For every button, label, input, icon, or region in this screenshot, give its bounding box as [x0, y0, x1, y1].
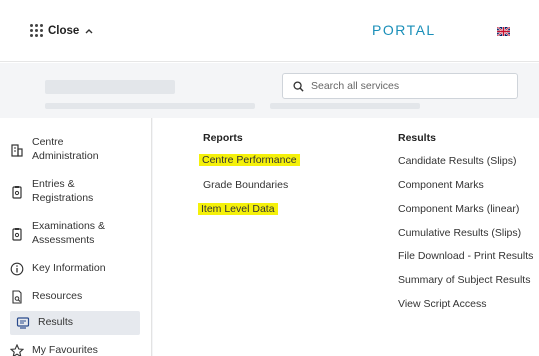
- report-link-centre-performance[interactable]: Centre Performance: [199, 154, 300, 166]
- sidebar-item-key-information[interactable]: Key Information: [10, 262, 140, 276]
- uk-flag-icon[interactable]: [497, 27, 510, 36]
- report-link-grade-boundaries[interactable]: Grade Boundaries: [203, 179, 288, 191]
- chevron-up-icon: [85, 28, 93, 33]
- portal-title: PORTAL: [372, 22, 436, 38]
- results-link[interactable]: View Script Access: [398, 298, 487, 310]
- clipboard-icon: [12, 185, 22, 199]
- clipboard-icon: [12, 227, 22, 241]
- search-icon: [293, 80, 304, 92]
- search-box[interactable]: [282, 73, 518, 99]
- sidebar-item-results[interactable]: Results: [10, 311, 140, 335]
- results-link[interactable]: File Download - Print Results: [398, 250, 533, 262]
- results-link[interactable]: Cumulative Results (Slips): [398, 227, 521, 239]
- sidebar-item-label: Entries &: [32, 178, 75, 190]
- sidebar-item-label: Registrations: [32, 191, 94, 204]
- info-icon: [10, 262, 24, 276]
- sidebar-item-my-favourites[interactable]: My Favourites: [10, 344, 140, 356]
- document-search-icon: [12, 290, 22, 304]
- sidebar-item-label: Assessments: [32, 233, 95, 246]
- star-icon: [10, 344, 24, 356]
- results-heading: Results: [398, 132, 436, 144]
- grid-icon: [30, 24, 43, 37]
- results-link[interactable]: Candidate Results (Slips): [398, 155, 516, 167]
- search-input[interactable]: [311, 80, 501, 92]
- results-link[interactable]: Component Marks: [398, 179, 484, 191]
- sidebar: Centre Administration Entries & Registrati…: [0, 118, 152, 356]
- building-icon: [11, 144, 23, 157]
- sidebar-item-resources[interactable]: Resources: [10, 290, 140, 304]
- sidebar-item-examinations-assessments[interactable]: Examinations & Assessments: [10, 220, 140, 247]
- sidebar-item-centre-administration[interactable]: Centre Administration: [10, 136, 140, 163]
- results-link[interactable]: Summary of Subject Results: [398, 274, 530, 286]
- menu-panel: Reports Centre Performance Grade Boundar…: [153, 118, 539, 356]
- sidebar-item-label: Administration: [32, 149, 99, 162]
- reports-heading: Reports: [203, 132, 243, 144]
- report-link-item-level-data[interactable]: Item Level Data: [198, 203, 278, 215]
- monitor-icon: [16, 317, 30, 329]
- sidebar-item-label: Centre: [32, 136, 64, 148]
- sidebar-item-entries-registrations[interactable]: Entries & Registrations: [10, 178, 140, 205]
- sidebar-item-label: Results: [38, 316, 74, 329]
- sidebar-item-label: My Favourites: [32, 344, 98, 356]
- close-menu-button[interactable]: Close: [30, 24, 94, 37]
- top-bar: Close PORTAL: [0, 0, 539, 62]
- sidebar-item-label: Resources: [32, 290, 83, 303]
- close-label: Close: [48, 24, 80, 37]
- results-link[interactable]: Component Marks (linear): [398, 203, 519, 215]
- sidebar-item-label: Key Information: [32, 262, 106, 275]
- sidebar-item-label: Examinations &: [32, 220, 105, 232]
